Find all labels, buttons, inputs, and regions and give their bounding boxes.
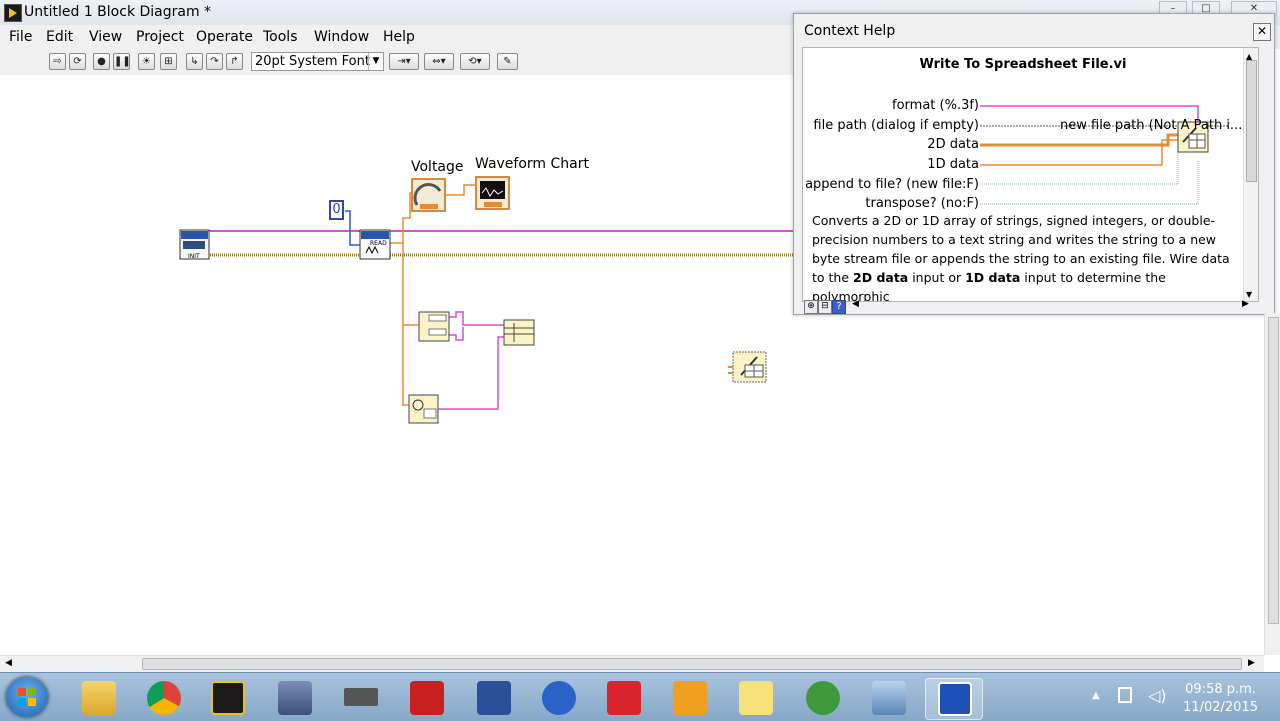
format-string-block[interactable] [418, 311, 450, 342]
context-help-scrollbar[interactable]: ▲ ▼ [1243, 48, 1258, 301]
show-hidden-icons-icon[interactable]: ▲ [1092, 690, 1100, 701]
numeric-constant[interactable]: 0 [329, 200, 344, 220]
context-help-content: Write To Spreadsheet File.vi format (%.3… [802, 47, 1259, 302]
step-into-icon[interactable]: ↳ [186, 53, 203, 70]
scroll-left-icon[interactable]: ◀ [852, 299, 859, 309]
menu-tools[interactable]: Tools [263, 29, 298, 45]
diagram-vertical-scrollbar[interactable] [1264, 313, 1280, 655]
scroll-left-icon[interactable]: ◀ [5, 658, 12, 668]
connector-pane-diagram [980, 105, 1228, 205]
step-out-icon[interactable]: ↱ [226, 53, 243, 70]
string-wire-3[interactable] [438, 336, 505, 410]
run-continuously-icon[interactable]: ⟳ [69, 53, 86, 70]
input-1d-data: 1D data [927, 157, 979, 172]
network-icon[interactable] [860, 678, 916, 718]
context-help-bottom-bar: ⊕ ⊟ ? ◀ ▶ [802, 299, 1257, 314]
numeric-constant-value: 0 [332, 202, 341, 217]
string-wire-1[interactable] [449, 311, 506, 330]
constant-wire[interactable] [345, 210, 362, 246]
data-wire-down[interactable] [402, 243, 410, 406]
scroll-right-icon[interactable]: ▶ [1248, 658, 1255, 668]
menu-file[interactable]: File [9, 29, 32, 45]
active-window-icon[interactable] [925, 678, 983, 720]
input-append: append to file? (new file:F) [805, 177, 979, 192]
voltage-label: Voltage [411, 159, 464, 175]
window-title: Untitled 1 Block Diagram * [24, 4, 212, 20]
step-over-icon[interactable]: ↷ [206, 53, 223, 70]
system-clock[interactable]: 09:58 p.m. 11/02/2015 [1183, 682, 1258, 715]
clean-up-diagram-icon[interactable]: ✎ [497, 53, 518, 70]
input-file-path: file path (dialog if empty) [813, 118, 979, 133]
read-block-label: READ [370, 240, 387, 247]
network-status-icon[interactable] [1118, 687, 1132, 703]
write-to-spreadsheet-block[interactable] [728, 351, 767, 383]
lock-icon[interactable]: ⊕ [804, 300, 818, 314]
waveform-chart-label: Waveform Chart [475, 156, 589, 172]
input-format: format (%.3f) [892, 98, 979, 113]
horizontal-scroll-thumb[interactable] [142, 658, 1242, 670]
speaker-icon[interactable]: ◁) [1148, 686, 1167, 705]
pickit2-icon[interactable] [398, 678, 454, 718]
toolbar: ⇨ ⟳ ● ❚❚ ☀ ⊞ ↳ ↷ ↱ 20pt System Font ▼ ⇥▾… [0, 49, 795, 76]
windows-taskbar: ▲ ◁) 09:58 p.m. 11/02/2015 [0, 672, 1280, 721]
waveform-chart-indicator[interactable] [475, 176, 510, 210]
chart-wire[interactable] [444, 184, 476, 196]
solidworks-icon[interactable] [595, 678, 651, 718]
start-button[interactable] [6, 677, 48, 717]
menu-project[interactable]: Project [136, 29, 184, 45]
vi-description: Converts a 2D or 1D array of strings, si… [812, 213, 1230, 302]
dev-cpp-icon[interactable] [465, 678, 521, 718]
voltage-gauge-indicator[interactable] [411, 178, 446, 212]
input-2d-data: 2D data [927, 137, 979, 152]
menu-view[interactable]: View [89, 29, 122, 45]
abort-icon[interactable]: ● [93, 53, 110, 70]
diagram-horizontal-scrollbar[interactable]: ◀ ▶ [0, 655, 1264, 673]
file-explorer-icon[interactable] [70, 678, 126, 718]
labview-launcher-icon[interactable] [199, 678, 255, 718]
distribute-objects-icon[interactable]: ⇔▾ [424, 53, 454, 70]
font-selector[interactable]: 20pt System Font ▼ [251, 52, 384, 71]
vertical-scroll-thumb[interactable] [1268, 317, 1279, 624]
menu-window[interactable]: Window [314, 29, 369, 45]
vi-name: Write To Spreadsheet File.vi [919, 57, 1127, 72]
pause-icon[interactable]: ❚❚ [113, 53, 131, 70]
menu-edit[interactable]: Edit [46, 29, 73, 45]
menu-help[interactable]: Help [383, 29, 415, 45]
menu-operate[interactable]: Operate [196, 29, 253, 45]
input-transpose: transpose? (no:F) [865, 196, 979, 211]
string-wire-2[interactable] [449, 327, 464, 341]
clock-time: 09:58 p.m. [1185, 682, 1256, 697]
detailed-help-icon[interactable]: ? [832, 300, 846, 314]
tools-icon[interactable] [794, 678, 850, 718]
optional-terminals-icon[interactable]: ⊟ [818, 300, 832, 314]
multisim-icon[interactable] [266, 678, 322, 718]
output-new-file-path: new file path (Not A Path i... [1060, 118, 1243, 133]
build-array-block[interactable] [503, 319, 535, 346]
chrome-icon[interactable] [135, 678, 191, 718]
get-date-time-block[interactable] [408, 394, 439, 424]
reorder-icon[interactable]: ⟲▾ [460, 53, 490, 70]
font-selector-value: 20pt System Font [255, 54, 370, 69]
retain-wire-values-icon[interactable]: ⊞ [160, 53, 177, 70]
star-app-icon[interactable] [530, 678, 586, 718]
vi-app-icon[interactable] [661, 678, 717, 718]
init-block-label: INIT [188, 253, 200, 260]
context-help-window[interactable]: Context Help ✕ Write To Spreadsheet File… [793, 13, 1275, 315]
voltage-wire[interactable] [390, 192, 414, 244]
close-icon[interactable]: ✕ [1253, 23, 1271, 41]
scroll-right-icon[interactable]: ▶ [1242, 299, 1249, 309]
clock-date: 11/02/2015 [1183, 700, 1258, 715]
align-objects-icon[interactable]: ⇥▾ [389, 53, 419, 70]
highlight-execution-icon[interactable]: ☀ [138, 53, 155, 70]
chevron-down-icon: ▼ [368, 53, 383, 70]
chip-icon[interactable] [332, 678, 388, 718]
labview-app-icon [4, 4, 22, 22]
context-help-caption: Context Help [804, 23, 896, 39]
run-icon[interactable]: ⇨ [49, 53, 66, 70]
labview-icon[interactable] [727, 678, 783, 718]
